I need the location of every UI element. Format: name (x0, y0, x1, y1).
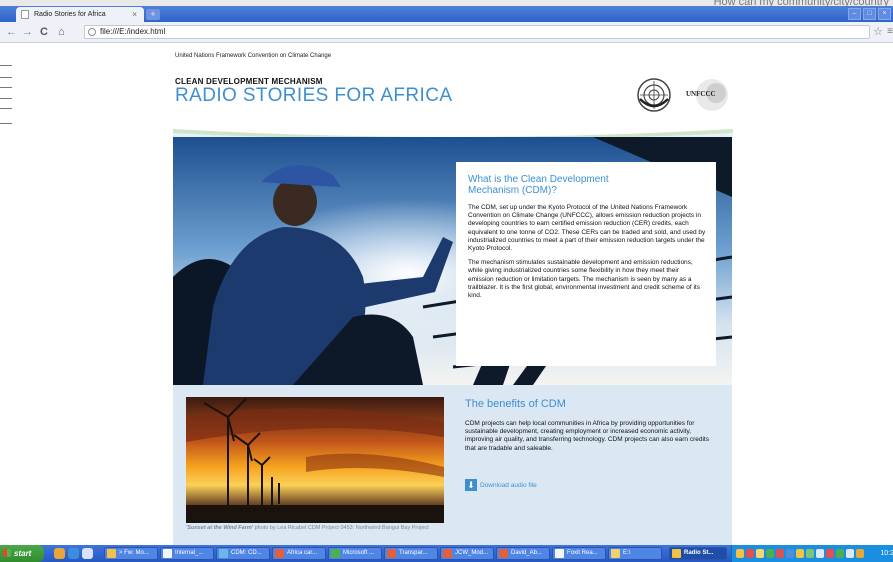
page-icon (21, 10, 29, 19)
wind-farm-photo (186, 397, 444, 523)
background-window-edge (0, 63, 14, 545)
taskbar-button[interactable]: Transpar... (384, 547, 438, 560)
taskbar-button[interactable]: Internal_... (160, 547, 214, 560)
app-icon (107, 549, 116, 558)
info-box-title: What is the Clean Development Mechanism … (468, 174, 609, 196)
maximize-button[interactable]: □ (863, 8, 876, 20)
taskbar-label: Microsoft ... (343, 550, 375, 556)
address-bar[interactable]: file:///E:/index.html (84, 25, 870, 39)
taskbar-label: > Fw: Mo... (119, 550, 149, 556)
back-button[interactable]: ← (6, 25, 17, 39)
tray-icon[interactable] (756, 549, 764, 558)
quicklaunch-ie-icon[interactable] (68, 548, 79, 559)
taskbar-button-active[interactable]: Radio St... (669, 547, 727, 560)
address-url[interactable]: file:///E:/index.html (100, 26, 165, 38)
unfccc-logo: UNFCCC (682, 77, 732, 113)
window-controls: – □ × (848, 8, 891, 20)
taskbar-button[interactable]: David_Ab... (496, 547, 550, 560)
download-audio-link[interactable]: ⬇ Download audio file (465, 479, 537, 491)
taskbar-button[interactable]: Microsoft ... (328, 547, 382, 560)
info-paragraph-2: The mechanism stimulates sustainable dev… (468, 259, 700, 300)
app-icon (219, 549, 228, 558)
tray-icon[interactable] (786, 549, 794, 558)
un-emblem-icon (637, 78, 671, 112)
quicklaunch-firefox-icon[interactable] (54, 548, 65, 559)
taskbar-button[interactable]: E:\ (608, 547, 662, 560)
tray-icon[interactable] (776, 549, 784, 558)
taskbar-label: Transpar... (399, 550, 428, 556)
taskbar-button[interactable]: JCW_Mod... (440, 547, 494, 560)
photo-caption: 'Sunset at the Wind Farm' photo by Lea R… (186, 525, 446, 533)
taskbar-label: Africa car... (287, 550, 318, 556)
start-label: start (14, 549, 32, 558)
app-icon (163, 549, 172, 558)
taskbar-button[interactable]: > Fw: Mo... (104, 547, 158, 560)
windows-taskbar: start > Fw: Mo... Internal_... CDM: CD..… (0, 545, 893, 562)
app-icon (672, 549, 681, 558)
tray-icon[interactable] (816, 549, 824, 558)
start-button[interactable]: start (0, 545, 44, 562)
tray-icon[interactable] (836, 549, 844, 558)
clock[interactable]: 10:2 (880, 545, 893, 562)
org-line: United Nations Framework Convention on C… (175, 53, 332, 59)
app-icon (275, 549, 284, 558)
taskbar-label: JCW_Mod... (455, 550, 489, 556)
browser-menu-icon[interactable]: ≡ (887, 25, 893, 39)
download-icon[interactable]: ⬇ (465, 479, 477, 491)
taskbar-button[interactable]: CDM: CD... (216, 547, 270, 560)
browser-titlebar: Radio Stories for Africa × + – □ × (0, 6, 893, 22)
tray-icon[interactable] (766, 549, 774, 558)
taskbar-label: Foxit Rea... (567, 550, 598, 556)
benefits-text: CDM projects can help local communities … (465, 420, 709, 452)
benefits-title: The benefits of CDM (465, 398, 566, 410)
tab-title: Radio Stories for Africa (34, 11, 106, 18)
cdm-info-box: What is the Clean Development Mechanism … (456, 162, 716, 366)
tray-icon[interactable] (856, 549, 864, 558)
web-page: United Nations Framework Convention on C… (0, 43, 893, 545)
taskbar-button[interactable]: Foxit Rea... (552, 547, 606, 560)
file-page-icon (88, 28, 96, 36)
unfccc-logo-text: UNFCCC (686, 90, 716, 98)
home-button[interactable]: ⌂ (58, 25, 65, 39)
app-icon (331, 549, 340, 558)
taskbar-label: CDM: CD... (231, 550, 262, 556)
taskbar-label: Internal_... (175, 550, 204, 556)
browser-toolbar: ← → C ⌂ file:///E:/index.html ☆ ≡ (0, 22, 893, 43)
taskbar-label: Radio St... (684, 550, 714, 556)
taskbar-label: E:\ (623, 550, 631, 556)
minimize-button[interactable]: – (848, 8, 861, 20)
tray-icons[interactable] (736, 549, 864, 558)
app-icon (611, 549, 620, 558)
taskbar-label: David_Ab... (511, 550, 543, 556)
benefits-section: 'Sunset at the Wind Farm' photo by Lea R… (173, 385, 732, 545)
app-icon (443, 549, 452, 558)
windows-logo-icon (3, 549, 11, 557)
taskbar-button[interactable]: Africa car... (272, 547, 326, 560)
browser-tab[interactable]: Radio Stories for Africa × (16, 7, 144, 22)
app-icon (499, 549, 508, 558)
info-paragraph-1: The CDM, set up under the Kyoto Protocol… (468, 204, 706, 253)
tray-icon[interactable] (746, 549, 754, 558)
site-title: RADIO STORIES FOR AFRICA (175, 85, 453, 106)
new-tab-button[interactable]: + (146, 9, 160, 20)
tray-icon[interactable] (846, 549, 854, 558)
tray-icon[interactable] (796, 549, 804, 558)
tray-icon[interactable] (806, 549, 814, 558)
forward-button[interactable]: → (22, 25, 33, 39)
app-icon (555, 549, 564, 558)
bookmark-star-icon[interactable]: ☆ (873, 25, 883, 39)
download-audio-label[interactable]: Download audio file (480, 482, 537, 489)
photo-caption-text: photo by Lea Ricabel CDM Project 0453: N… (253, 525, 429, 531)
tray-icon[interactable] (826, 549, 834, 558)
tab-close-icon[interactable]: × (132, 7, 137, 22)
photo-caption-title: 'Sunset at the Wind Farm' (186, 525, 254, 531)
close-window-button[interactable]: × (878, 8, 891, 20)
app-icon (387, 549, 396, 558)
quicklaunch-desktop-icon[interactable] (82, 548, 93, 559)
reload-button[interactable]: C (40, 25, 48, 39)
tray-icon[interactable] (736, 549, 744, 558)
system-tray: 10:2 (731, 545, 893, 562)
